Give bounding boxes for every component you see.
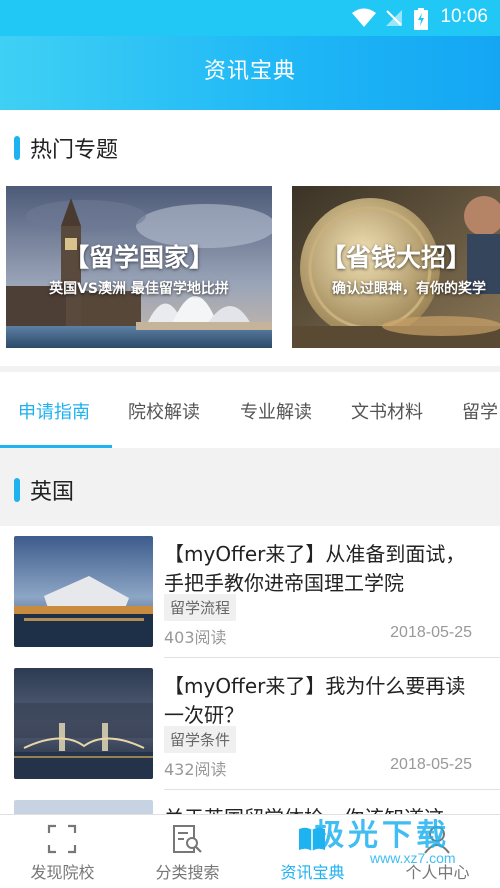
read-count: 432阅读 — [164, 760, 227, 779]
category-tabs: 申请指南 院校解读 专业解读 文书材料 留学 — [0, 372, 500, 448]
tab-major-interpretation[interactable]: 专业解读 — [240, 398, 312, 424]
article-thumbnail — [14, 668, 153, 779]
nav-label: 资讯宝典 — [280, 863, 345, 882]
read-count: 403阅读 — [164, 628, 227, 647]
list-item[interactable]: 关于英国留学体检，你该知道这 — [0, 790, 500, 814]
page-title: 资讯宝典 — [203, 59, 296, 84]
tab-application-guide[interactable]: 申请指南 — [18, 398, 90, 424]
status-bar: 10:06 — [0, 0, 500, 36]
article-thumbnail — [14, 536, 153, 647]
hot-topics-heading: 热门专题 — [14, 132, 118, 164]
nav-info-guide[interactable]: 资讯宝典 — [250, 815, 375, 888]
banner-subtitle: 英国VS澳洲 最佳留学地比拼 — [49, 281, 229, 297]
status-time: 10:06 — [440, 6, 488, 27]
section-marker — [14, 478, 20, 502]
bottom-nav: 发现院校 分类搜索 资讯宝典 个人中心 — [0, 814, 500, 888]
list-item[interactable]: 【myOffer来了】从准备到面试，手把手教你进帝国理工学院 留学流程 403阅… — [0, 526, 500, 658]
hot-topics-title: 热门专题 — [30, 138, 119, 163]
country-section: 英国 — [0, 448, 500, 526]
user-icon — [424, 826, 450, 854]
banner-title: 【留学国家】 — [63, 243, 214, 272]
book-icon — [299, 827, 325, 851]
country-title: 英国 — [30, 480, 75, 505]
article-list: 【myOffer来了】从准备到面试，手把手教你进帝国理工学院 留学流程 403阅… — [0, 526, 500, 814]
tab-school-interpretation[interactable]: 院校解读 — [128, 398, 200, 424]
no-signal-icon — [386, 10, 402, 26]
article-title: 【myOffer来了】从准备到面试，手把手教你进帝国理工学院 — [164, 542, 466, 595]
nav-personal-center[interactable]: 个人中心 — [375, 815, 500, 888]
tab-study-abroad[interactable]: 留学 — [462, 398, 498, 424]
nav-category-search[interactable]: 分类搜索 — [125, 815, 250, 888]
nav-label: 个人中心 — [405, 863, 470, 882]
tab-documents[interactable]: 文书材料 — [351, 398, 423, 424]
country-heading: 英国 — [14, 474, 74, 506]
app-header: 资讯宝典 — [0, 36, 500, 110]
banner-save-money[interactable]: 【省钱大招】 确认过眼神，有你的奖学 — [292, 186, 500, 348]
article-title: 【myOffer来了】我为什么要再读一次研？ — [164, 674, 466, 727]
publish-date: 2018-05-25 — [390, 756, 472, 773]
section-marker — [14, 136, 20, 160]
article-title: 关于英国留学体检，你该知道这 — [164, 804, 482, 814]
wifi-icon — [352, 8, 376, 27]
banner-title: 【省钱大招】 — [320, 243, 471, 272]
scan-frame-icon — [47, 824, 77, 854]
nav-label: 分类搜索 — [155, 863, 220, 882]
nav-label: 发现院校 — [30, 863, 95, 882]
publish-date: 2018-05-25 — [390, 624, 472, 641]
article-tag: 留学条件 — [164, 726, 237, 753]
search-list-icon — [173, 825, 202, 853]
banner-subtitle: 确认过眼神，有你的奖学 — [332, 281, 486, 297]
hot-topics-section: 热门专题 【留学国家】 英国VS澳洲 最佳留学地比拼 【省钱大招】 确认过眼神，… — [0, 110, 500, 366]
banner-study-country[interactable]: 【留学国家】 英国VS澳洲 最佳留学地比拼 — [6, 186, 272, 348]
article-thumbnail — [14, 800, 153, 814]
battery-charging-icon — [414, 8, 428, 30]
nav-discover-schools[interactable]: 发现院校 — [0, 815, 125, 888]
list-item[interactable]: 【myOffer来了】我为什么要再读一次研？ 留学条件 432阅读 2018-0… — [0, 658, 500, 790]
article-tag: 留学流程 — [164, 594, 237, 621]
